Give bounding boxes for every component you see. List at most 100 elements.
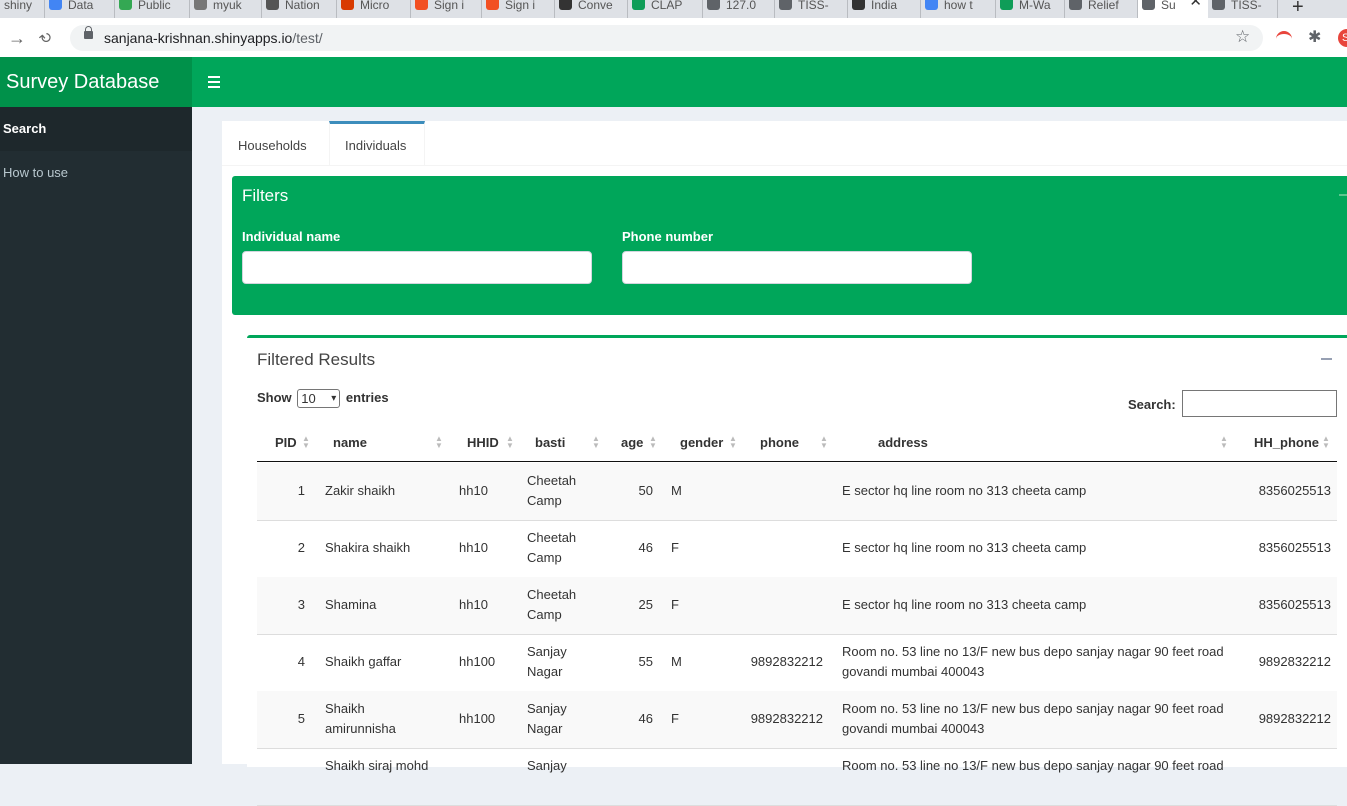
cell-name: Shaikh gaffar <box>325 652 455 672</box>
individual-name-label: Individual name <box>242 229 341 244</box>
google-icon <box>49 0 62 10</box>
browser-tab-label: Data <box>68 0 94 12</box>
browser-tab[interactable]: Sign i <box>482 0 555 18</box>
cell-basti: Sanjay <box>527 756 597 776</box>
filters-collapse-icon[interactable] <box>1339 194 1347 196</box>
browser-tab-label: Sign i <box>434 0 465 12</box>
cell-basti-line2: Camp <box>527 493 562 508</box>
sort-arrows-icon[interactable]: ▲ ▼ <box>729 435 737 450</box>
cell-address: E sector hq line room no 313 cheeta camp <box>842 538 1242 558</box>
browser-tab[interactable]: Public <box>115 0 190 18</box>
browser-tab[interactable]: Data <box>45 0 115 18</box>
entries-label: entries <box>345 389 389 405</box>
sidebar-item-search[interactable]: Search <box>0 107 192 151</box>
cell-hhid: hh10 <box>459 597 488 612</box>
browser-tab-label: CLAP <box>651 0 683 12</box>
sort-arrows-icon[interactable]: ▲ ▼ <box>1322 435 1330 450</box>
cell-gender: F <box>671 711 679 726</box>
cell-address: Room no. 53 line no 13/F new bus depo sa… <box>842 642 1242 682</box>
table-row[interactable]: 4 Shaikh gaffar hh100 Sanjay Nagar 55 M 9892832… <box>257 634 1337 692</box>
column-header-phone[interactable]: phone <box>760 435 799 450</box>
browser-tab[interactable]: TISS- <box>1208 0 1278 18</box>
chevron-down-icon: ▾ <box>331 393 337 404</box>
cell-basti-line1: Cheetah <box>527 530 577 545</box>
sort-arrows-icon[interactable]: ▲ ▼ <box>506 435 514 450</box>
browser-tab[interactable]: Micro <box>337 0 411 18</box>
sort-arrows-icon[interactable]: ▲ ▼ <box>302 435 310 450</box>
page-length-select[interactable]: 10 ▾ <box>297 389 341 408</box>
browser-tab-label: how t <box>944 0 973 12</box>
cell-basti-line1: Cheetah <box>527 587 577 602</box>
url-path: /test/ <box>292 30 323 46</box>
results-title: Filtered Results <box>257 350 376 369</box>
browser-tab[interactable]: myuk <box>190 0 262 18</box>
column-header-address[interactable]: address <box>878 435 928 450</box>
cell-phone: 9892832212 <box>750 711 823 726</box>
cell-phone: 9892832212 <box>750 654 823 669</box>
cell-basti-line2: Camp <box>527 607 562 622</box>
browser-tab[interactable]: Su ✕ <box>1138 0 1208 18</box>
top-navbar <box>192 57 1347 107</box>
browser-tab[interactable]: 127.0 <box>703 0 775 18</box>
google-icon <box>925 0 938 10</box>
column-header-pid[interactable]: PID <box>275 435 297 450</box>
filtered-results-box: Filtered Results Show 10 ▾ entries Search… <box>247 335 1347 806</box>
cell-name-line2: amirunnisha <box>325 721 396 736</box>
forward-arrow-icon[interactable]: → <box>8 28 26 48</box>
column-header-age[interactable]: age <box>621 435 643 450</box>
close-tab-icon[interactable]: ✕ <box>1189 0 1202 9</box>
table-row[interactable]: 5 Shaikh amirunnisha hh100 Sanjay Nagar 46 F 989… <box>257 691 1337 749</box>
app-logo[interactable]: Survey Database <box>0 57 192 107</box>
table-row[interactable]: 1 Zakir shaikh hh10 Cheetah Camp 50 M E sector … <box>257 463 1337 521</box>
tab-bar: Households Individuals <box>222 121 1347 166</box>
url-host: sanjana-krishnan.shinyapps.io <box>104 30 293 46</box>
browser-tab-label: Su <box>1161 0 1176 12</box>
column-header-basti[interactable]: basti <box>535 435 565 450</box>
new-tab-button[interactable]: + <box>1292 0 1304 19</box>
table-row[interactable]: 3 Shamina hh10 Cheetah Camp 25 F E sector hq li… <box>257 577 1337 635</box>
browser-tab[interactable]: India <box>848 0 921 18</box>
sort-arrows-icon[interactable]: ▲ ▼ <box>435 435 443 450</box>
cell-address: Room no. 53 line no 13/F new bus depo sa… <box>842 699 1242 739</box>
browser-tab[interactable]: TISS- <box>775 0 848 18</box>
emblem-icon <box>266 0 279 10</box>
browser-tab[interactable]: Relief <box>1065 0 1138 18</box>
cell-gender: F <box>671 540 679 555</box>
table-search-input[interactable] <box>1182 390 1337 417</box>
cell-gender: F <box>671 597 679 612</box>
browser-tab[interactable]: how t <box>921 0 996 18</box>
sort-arrows-icon[interactable]: ▲ ▼ <box>820 435 828 450</box>
extensions-puzzle-icon[interactable]: ✱ <box>1308 27 1321 47</box>
column-header-hhid[interactable]: HHID <box>467 435 499 450</box>
table-row[interactable]: 2 Shakira shaikh hh10 Cheetah Camp 46 F E secto… <box>257 520 1337 578</box>
cell-hh-phone: 8356025513 <box>1258 540 1331 555</box>
lock-icon <box>84 26 93 39</box>
results-collapse-icon[interactable] <box>1321 358 1332 360</box>
cell-basti-line1: Sanjay <box>527 701 567 716</box>
browser-tab-strip: shiny Data Public myuk Nation Micro Sign i Sign… <box>0 0 1347 18</box>
table-row[interactable]: Shaikh siraj mohd Sanjay Room no. 53 line … <box>257 748 1337 806</box>
browser-tab[interactable]: M-Wa <box>996 0 1065 18</box>
bookmark-star-icon[interactable]: ☆ <box>1235 27 1250 47</box>
browser-tab[interactable]: Nation <box>262 0 337 18</box>
sort-arrows-icon[interactable]: ▲ ▼ <box>649 435 657 450</box>
browser-tab[interactable]: CLAP <box>628 0 703 18</box>
url-text[interactable]: sanjana-krishnan.shinyapps.io/test/ <box>104 30 323 46</box>
column-header-hh-phone[interactable]: HH_phone <box>1254 435 1319 450</box>
cell-age: 55 <box>638 654 653 669</box>
sidebar-toggle-icon[interactable] <box>208 76 220 88</box>
column-header-name[interactable]: name <box>333 435 367 450</box>
individual-name-input[interactable] <box>242 251 592 284</box>
sort-arrows-icon[interactable]: ▲ ▼ <box>1220 435 1228 450</box>
sort-arrows-icon[interactable]: ▲ ▼ <box>592 435 600 450</box>
phone-number-input[interactable] <box>622 251 972 284</box>
tab-households[interactable]: Households <box>238 121 328 165</box>
cell-address-line1: E sector hq line room no 313 cheeta camp <box>842 597 1087 612</box>
browser-tab[interactable]: Conve <box>555 0 628 18</box>
column-header-gender[interactable]: gender <box>680 435 723 450</box>
tab-individuals[interactable]: Individuals <box>329 121 425 165</box>
sidebar-item-how-to-use[interactable]: How to use <box>0 151 192 195</box>
cell-age: 46 <box>638 540 653 555</box>
browser-tab[interactable]: shiny <box>0 0 45 18</box>
browser-tab[interactable]: Sign i <box>411 0 482 18</box>
